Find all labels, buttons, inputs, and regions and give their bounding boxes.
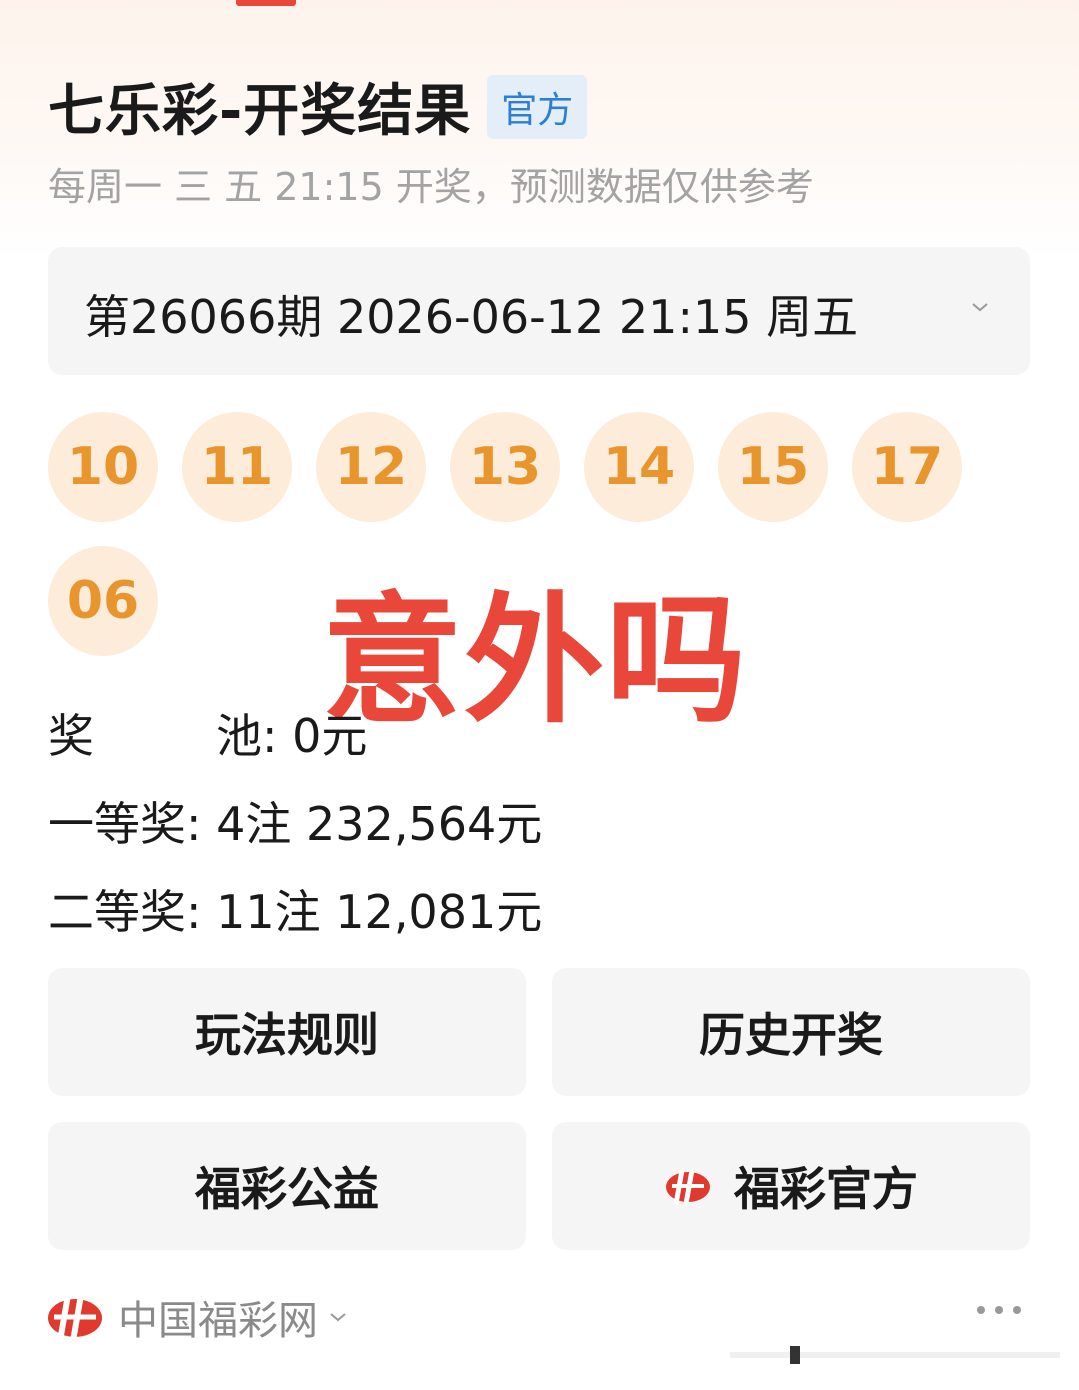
- second-prize-value: 11注 12,081元: [216, 885, 543, 939]
- number-ball: 11: [182, 412, 292, 522]
- history-button-label: 历史开奖: [699, 1008, 883, 1062]
- fucai-logo-icon: [48, 1294, 102, 1342]
- second-prize-label: 二等奖:: [48, 885, 202, 939]
- prize-pool-label-b: 池:: [216, 709, 278, 763]
- first-prize-value: 4注 232,564元: [216, 797, 543, 851]
- number-ball: 13: [450, 412, 560, 522]
- number-ball: 14: [584, 412, 694, 522]
- charity-button-label: 福彩公益: [195, 1162, 379, 1216]
- draw-schedule-note: 每周一 三 五 21:15 开奖，预测数据仅供参考: [48, 165, 814, 209]
- number-ball: 12: [316, 412, 426, 522]
- official-site-button[interactable]: 福彩官方: [552, 1122, 1030, 1250]
- active-tab-indicator: [236, 0, 296, 6]
- number-ball: 17: [852, 412, 962, 522]
- header: 七乐彩-开奖结果 官方: [48, 66, 588, 147]
- prize-pool-value: 0元: [292, 709, 368, 763]
- first-prize-row: 一等奖: 4注 232,564元: [48, 788, 542, 854]
- charity-button[interactable]: 福彩公益: [48, 1122, 526, 1250]
- page-title: 七乐彩-开奖结果: [48, 79, 472, 144]
- official-site-button-label: 福彩官方: [734, 1162, 918, 1216]
- overlay-caption: 意外吗: [322, 580, 749, 743]
- source-link[interactable]: 中国福彩网: [46, 1288, 348, 1346]
- first-prize-label: 一等奖:: [48, 797, 202, 851]
- rules-button-label: 玩法规则: [195, 1008, 379, 1062]
- official-badge: 官方: [487, 74, 588, 139]
- prize-pool-row: 奖 池: 0元: [48, 700, 367, 766]
- number-ball: 10: [48, 412, 158, 522]
- source-name: 中国福彩网: [118, 1298, 318, 1344]
- chevron-down-icon: [972, 303, 988, 312]
- history-button[interactable]: 历史开奖: [552, 968, 1030, 1096]
- rules-button[interactable]: 玩法规则: [48, 968, 526, 1096]
- second-prize-row: 二等奖: 11注 12,081元: [48, 876, 542, 942]
- number-ball: 15: [718, 412, 828, 522]
- prize-pool-label-a: 奖: [48, 709, 94, 763]
- chevron-down-icon: [330, 1313, 346, 1322]
- fucai-logo-icon: [666, 1169, 710, 1205]
- more-icon[interactable]: [974, 1300, 1024, 1320]
- special-number-ball: 06: [48, 546, 158, 656]
- issue-select-value: 第26066期 2026-06-12 21:15 周五: [84, 290, 859, 344]
- watermark-bar: [730, 1346, 1060, 1364]
- issue-select[interactable]: 第26066期 2026-06-12 21:15 周五: [48, 247, 1030, 375]
